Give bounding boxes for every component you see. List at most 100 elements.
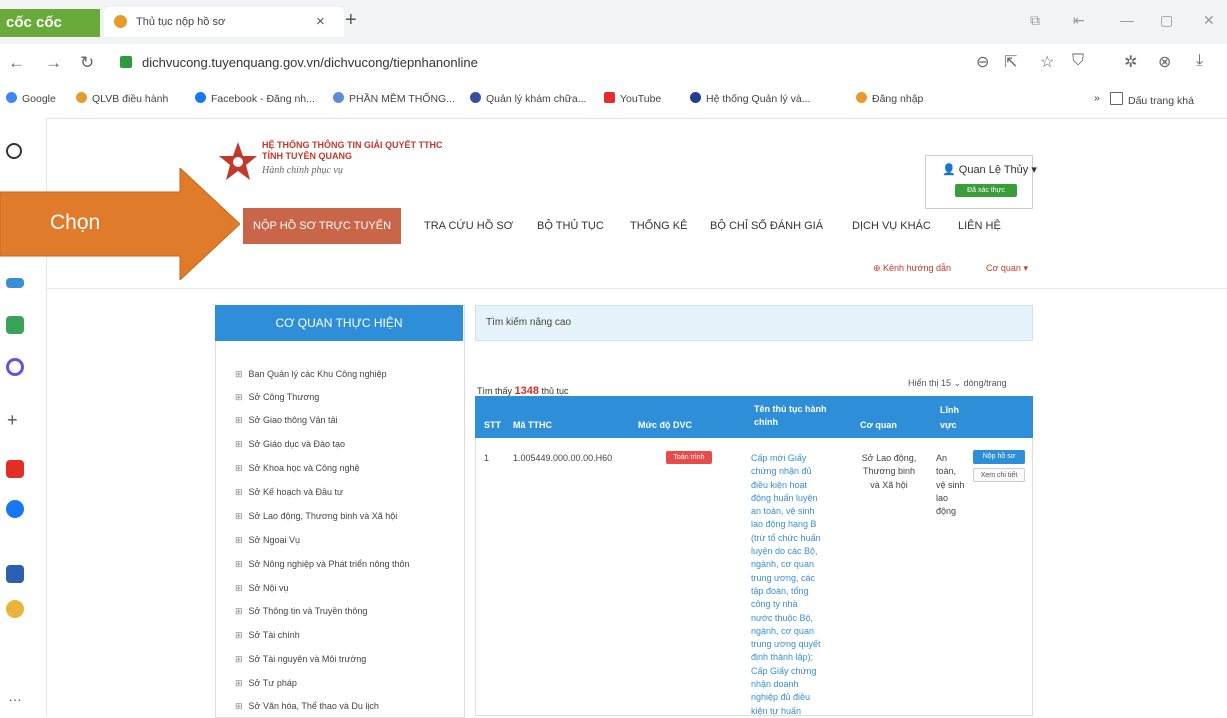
bookmarks-bar: Google QLVB điều hành Facebook - Đăng nh… xyxy=(0,82,1227,119)
share-icon[interactable]: ⇱ xyxy=(1004,52,1017,72)
tree-icon: ⊞ xyxy=(235,654,243,664)
browser-brand-logo[interactable]: cốc cốc xyxy=(0,9,100,37)
extensions-icon[interactable]: ✲ xyxy=(1124,52,1137,72)
nav-procedures[interactable]: BỘ THỦ TỤC xyxy=(537,208,604,244)
system-name: HỆ THỐNG THÔNG TIN GIẢI QUYẾT TTHC xyxy=(262,140,443,150)
tree-icon: ⊞ xyxy=(235,606,243,616)
level-badge: Toàn trình xyxy=(666,451,712,464)
tree-icon: ⊞ xyxy=(235,630,243,640)
submit-application-button[interactable]: Nộp hồ sơ xyxy=(973,450,1025,464)
nav-submit-online[interactable]: NỘP HỒ SƠ TRỰC TUYẾN xyxy=(243,208,402,244)
download-icon[interactable]: ⤓ xyxy=(1196,52,1203,70)
bookmark-item[interactable]: Google xyxy=(6,92,56,105)
agency-item[interactable]: ⊞ Sở Tài nguyên và Môi trường xyxy=(235,654,366,665)
shield-icon[interactable]: ⛉ xyxy=(1072,52,1084,70)
bookmark-item[interactable]: PHẦN MỀM THỐNG... xyxy=(333,92,455,105)
agency-item[interactable]: ⊞ Sở Văn hóa, Thể thao và Du lịch xyxy=(235,701,379,712)
browser-tab[interactable]: Thủ tục nộp hồ sơ × xyxy=(104,7,344,37)
reload-icon[interactable]: ↻ xyxy=(80,53,94,73)
facebook-icon[interactable] xyxy=(6,500,24,518)
agency-item[interactable]: ⊞ Sở Lao động, Thương binh và Xã hội xyxy=(235,511,397,522)
agency-item[interactable]: ⊞ Sở Kế hoạch và Đầu tư xyxy=(235,487,343,498)
col-code: Mã TTHC xyxy=(513,420,552,430)
agency-item[interactable]: ⊞ Sở Giáo dục và Đào tạo xyxy=(235,439,345,450)
bookmark-favicon-icon xyxy=(76,92,87,103)
minimize-icon[interactable]: — xyxy=(1120,12,1134,28)
bookmark-item[interactable]: Facebook - Đăng nh... xyxy=(195,92,315,105)
annotation-arrow xyxy=(0,168,240,280)
profile-icon[interactable]: ⊗ xyxy=(1158,52,1171,72)
maximize-icon[interactable]: ▢ xyxy=(1160,12,1173,29)
bookmark-star-icon[interactable]: ☆ xyxy=(1040,52,1054,72)
tree-icon: ⊞ xyxy=(235,678,243,688)
youtube-icon[interactable] xyxy=(6,460,24,478)
col-field: Lĩnh vực xyxy=(940,405,959,430)
guide-link[interactable]: ⊕ Kênh hướng dẫn xyxy=(873,263,951,274)
tree-icon: ⊞ xyxy=(235,369,243,379)
col-name: Tên thủ tục hành chính xyxy=(754,404,827,427)
nav-evaluation[interactable]: BỘ CHỈ SỐ ĐÁNH GIÁ xyxy=(710,208,823,244)
col-level: Mức độ DVC xyxy=(638,420,693,430)
nav-other-services[interactable]: DỊCH VỤ KHÁC xyxy=(852,208,931,244)
game-icon[interactable] xyxy=(6,316,24,334)
agency-item[interactable]: ⊞ Sở Công Thương xyxy=(235,392,319,403)
agency-item[interactable]: ⊞ Sở Ngoại Vụ xyxy=(235,535,300,546)
slogan: Hành chính phục vụ xyxy=(262,165,343,176)
reader-mode-icon[interactable]: ⧉ xyxy=(1030,12,1040,29)
agency-dropdown[interactable]: Cơ quan ▾ xyxy=(986,263,1028,274)
lock-icon xyxy=(120,56,132,68)
tab-close-icon[interactable]: × xyxy=(316,7,325,37)
bookmarks-overflow[interactable]: » xyxy=(1094,92,1100,104)
app-icon[interactable] xyxy=(6,565,24,583)
tree-icon: ⊞ xyxy=(235,583,243,593)
add-icon[interactable]: + xyxy=(7,410,18,431)
bookmark-item[interactable]: Hệ thống Quản lý và... xyxy=(690,92,810,105)
facebook-icon xyxy=(195,92,206,103)
cell-agency: Sở Lao động, Thương binh và Xã hội xyxy=(861,453,917,490)
user-name[interactable]: 👤 Quan Lệ Thủy ▾ xyxy=(942,163,1037,176)
bookmark-item[interactable]: YouTube xyxy=(604,92,661,105)
view-detail-button[interactable]: Xem chi tiết xyxy=(973,468,1025,482)
nav-statistics[interactable]: THỐNG KÊ xyxy=(630,208,687,244)
cell-field: An toàn, vệ sinh lao động xyxy=(936,453,965,517)
new-tab-button[interactable]: + xyxy=(345,9,357,32)
url-field[interactable]: dichvucong.tuyenquang.gov.vn/dichvucong/… xyxy=(120,50,960,76)
bookmark-item[interactable]: QLVB điều hành xyxy=(76,92,168,105)
forward-icon[interactable]: → xyxy=(45,53,62,73)
more-icon[interactable]: … xyxy=(8,688,22,704)
zoom-icon[interactable]: ⊖ xyxy=(976,52,989,72)
agency-item[interactable]: ⊞ Sở Khoa học và Công nghệ xyxy=(235,463,360,474)
agency-item[interactable]: ⊞ Sở Nội vụ xyxy=(235,583,288,594)
verified-badge: Đã xác thực xyxy=(955,184,1017,197)
per-page-select[interactable]: Hiển thị 15 ⌄ dòng/trang xyxy=(908,378,1007,389)
nav-contact[interactable]: LIÊN HỆ xyxy=(958,208,1001,244)
google-icon xyxy=(6,92,17,103)
search-app-icon[interactable] xyxy=(6,358,24,376)
login-icon xyxy=(856,92,867,103)
tree-icon: ⊞ xyxy=(235,487,243,497)
cell-stt: 1 xyxy=(484,453,490,463)
sidebar-toggle-icon[interactable]: ⇤ xyxy=(1073,12,1085,29)
history-icon[interactable] xyxy=(6,143,22,159)
divider xyxy=(46,288,1227,289)
app-icon[interactable] xyxy=(6,600,24,618)
agency-item[interactable]: ⊞ Ban Quản lý các Khu Công nghiệp xyxy=(235,369,387,380)
col-stt: STT xyxy=(484,420,501,430)
back-icon[interactable]: ← xyxy=(8,53,25,73)
nav-lookup[interactable]: TRA CỨU HỒ SƠ xyxy=(424,208,513,244)
system-icon xyxy=(690,92,701,103)
bookmark-item[interactable]: Đăng nhập xyxy=(856,92,923,105)
agency-item[interactable]: ⊞ Sở Thông tin và Truyền thông xyxy=(235,606,367,617)
advanced-search[interactable]: Tìm kiếm nâng cao xyxy=(475,305,1033,341)
agency-item[interactable]: ⊞ Sở Nông nghiệp và Phát triển nông thôn xyxy=(235,559,410,570)
province-name: TỈNH TUYÊN QUANG xyxy=(262,151,352,161)
procedure-name-link[interactable]: Cấp mới Giấy chứng nhận đủ điều kiện hoạ… xyxy=(751,452,821,718)
bookmark-folder[interactable]: Dấu trang khá xyxy=(1110,92,1194,107)
agency-item[interactable]: ⊞ Sở Tài chính xyxy=(235,630,300,641)
agency-item[interactable]: ⊞ Sở Tư pháp xyxy=(235,678,297,689)
agency-item[interactable]: ⊞ Sở Giao thông Vận tải xyxy=(235,415,338,426)
close-window-icon[interactable]: ✕ xyxy=(1203,12,1215,29)
bookmark-item[interactable]: Quản lý khám chữa... xyxy=(470,92,586,105)
tab-favicon-icon xyxy=(114,15,127,28)
tree-icon: ⊞ xyxy=(235,559,243,569)
